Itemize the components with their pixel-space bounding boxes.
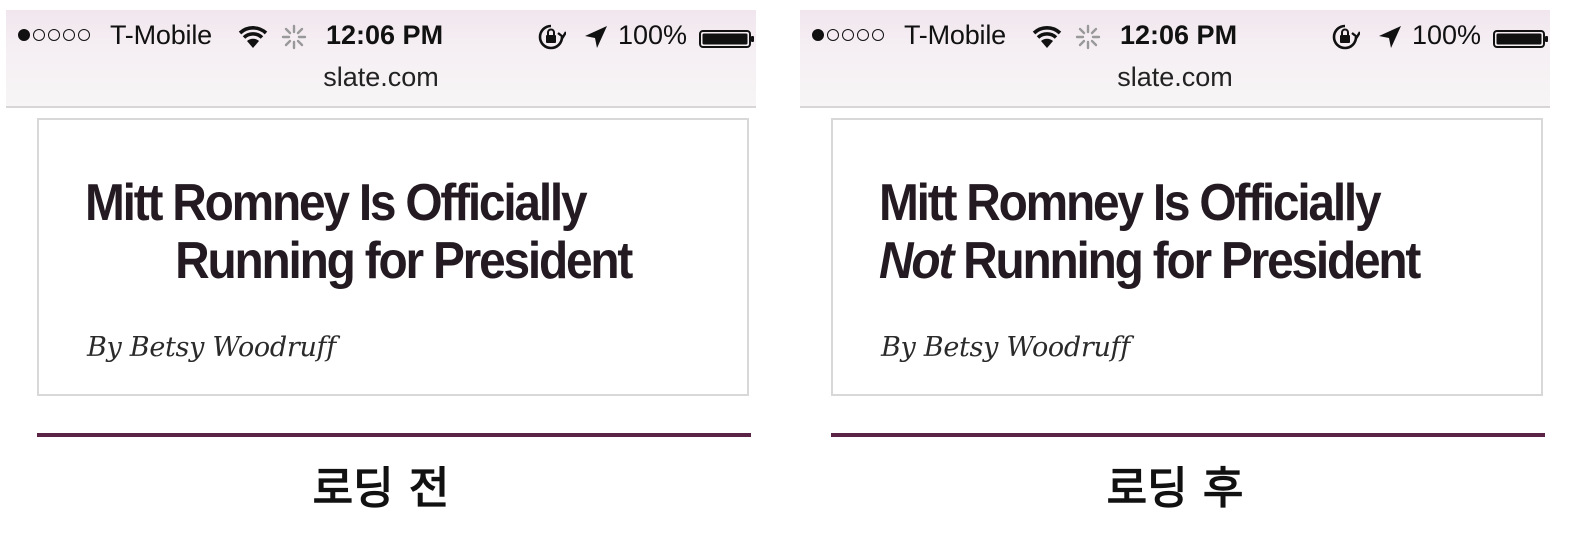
headline-line-2: Not Running for President	[879, 232, 1459, 290]
network-activity-icon	[1075, 24, 1101, 50]
headline-line-1: Mitt Romney Is Officially	[879, 174, 1382, 232]
wifi-icon	[238, 26, 268, 48]
section-divider	[831, 433, 1545, 437]
headline-emphasis: Not	[879, 232, 954, 290]
location-arrow-icon	[585, 26, 607, 48]
signal-dot	[812, 29, 824, 41]
screenshot-after-loading: T-Mobile 12:06 PM 100% slate.com Mitt Ro…	[800, 10, 1550, 440]
signal-dot	[33, 29, 45, 41]
article-byline: By Betsy Woodruff	[87, 332, 336, 363]
caption-after-loading: 로딩 후	[1106, 463, 1244, 514]
signal-strength-icon	[18, 29, 90, 41]
carrier-name: T-Mobile	[904, 20, 1006, 50]
signal-dot	[78, 29, 90, 41]
browser-chrome: T-Mobile 12:06 PM 100% slate.com	[6, 10, 756, 108]
battery-percentage: 100%	[618, 20, 688, 50]
location-arrow-icon	[1379, 26, 1401, 48]
signal-dot	[827, 29, 839, 41]
screenshot-before-loading: T-Mobile 12:06 PM 100% slate.com Mitt Ro…	[6, 10, 756, 440]
signal-dot	[872, 29, 884, 41]
network-activity-icon	[281, 24, 307, 50]
battery-percentage: 100%	[1412, 20, 1482, 50]
signal-dot	[63, 29, 75, 41]
status-time: 12:06 PM	[1120, 20, 1238, 50]
status-time: 12:06 PM	[326, 20, 444, 50]
article-card[interactable]: Mitt Romney Is Officially Not Running fo…	[831, 118, 1543, 396]
caption-before-loading: 로딩 전	[312, 463, 450, 514]
headline-line-2-text: Running for President	[175, 232, 633, 290]
browser-chrome: T-Mobile 12:06 PM 100% slate.com	[800, 10, 1550, 108]
signal-dot	[842, 29, 854, 41]
rotation-lock-icon	[538, 24, 566, 50]
section-divider	[37, 433, 751, 437]
headline-line-2-text: Running for President	[952, 232, 1421, 290]
signal-dot	[857, 29, 869, 41]
signal-dot	[48, 29, 60, 41]
headline-line-1: Mitt Romney Is Officially	[85, 174, 588, 232]
status-bar: T-Mobile 12:06 PM 100%	[800, 18, 1550, 58]
headline-line-2: Running for President	[85, 232, 665, 290]
article-headline[interactable]: Mitt Romney Is Officially Running for Pr…	[85, 174, 665, 290]
article-byline: By Betsy Woodruff	[881, 332, 1130, 363]
battery-full-icon	[699, 30, 754, 48]
rotation-lock-icon	[1332, 24, 1360, 50]
address-bar-url[interactable]: slate.com	[6, 62, 756, 93]
signal-strength-icon	[812, 29, 884, 41]
battery-full-icon	[1493, 30, 1548, 48]
status-bar: T-Mobile 12:06 PM 100%	[6, 18, 756, 58]
address-bar-url[interactable]: slate.com	[800, 62, 1550, 93]
carrier-name: T-Mobile	[110, 20, 212, 50]
comparison-page: T-Mobile 12:06 PM 100% slate.com Mitt Ro…	[0, 0, 1579, 533]
signal-dot	[18, 29, 30, 41]
wifi-icon	[1032, 26, 1062, 48]
article-headline[interactable]: Mitt Romney Is Officially Not Running fo…	[879, 174, 1459, 290]
article-card[interactable]: Mitt Romney Is Officially Running for Pr…	[37, 118, 749, 396]
